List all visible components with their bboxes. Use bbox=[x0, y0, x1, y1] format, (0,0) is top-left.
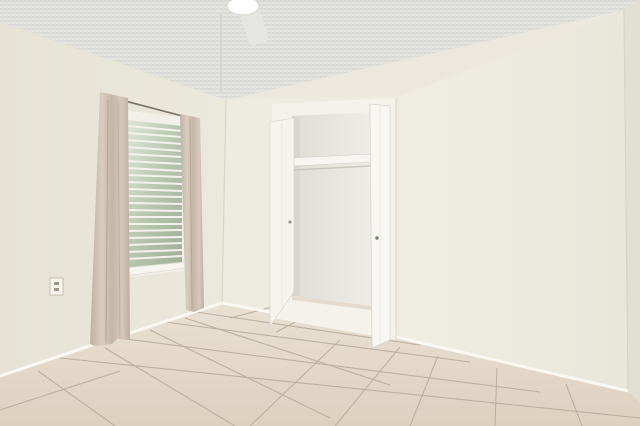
room-photo bbox=[0, 0, 640, 426]
door-knob-left bbox=[288, 220, 292, 224]
electrical-outlet-icon bbox=[49, 277, 64, 296]
closet-interior bbox=[292, 112, 372, 306]
room-illustration bbox=[0, 0, 640, 426]
window bbox=[122, 110, 188, 278]
right-wall bbox=[400, 10, 628, 392]
door-knob-right bbox=[375, 236, 379, 240]
